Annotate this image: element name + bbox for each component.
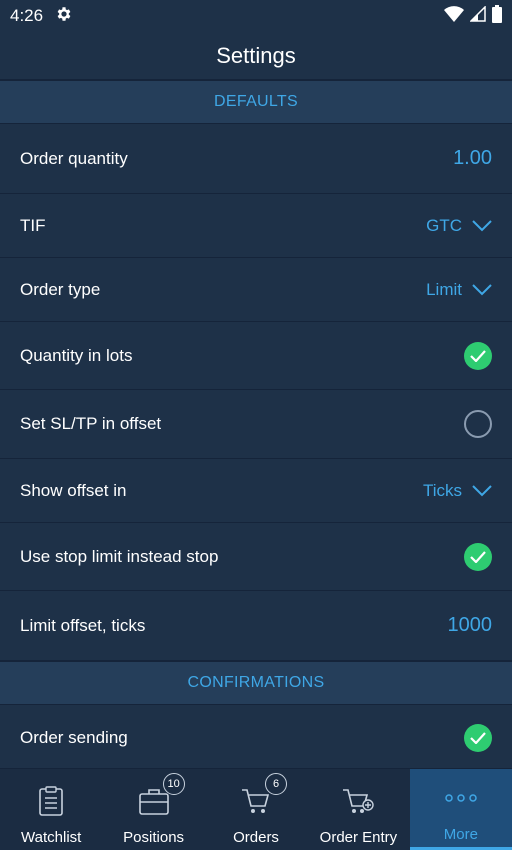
row-order-quantity[interactable]: Order quantity 1.00	[0, 124, 512, 194]
battery-icon	[492, 4, 502, 28]
nav-more[interactable]: More	[409, 769, 512, 850]
wifi-icon	[444, 5, 464, 27]
checkmark-icon	[470, 731, 486, 744]
bottom-nav: Watchlist 10 Positions 6 Orders Order En…	[0, 768, 512, 850]
order-type-label: Order type	[20, 279, 101, 299]
nav-watchlist-label: Watchlist	[21, 829, 82, 846]
nav-positions-label: Positions	[123, 829, 185, 846]
cart-icon	[242, 789, 270, 813]
row-quantity-in-lots[interactable]: Quantity in lots	[0, 322, 512, 390]
section-title-confirmations: CONFIRMATIONS	[187, 674, 325, 691]
nav-orders-label: Orders	[233, 829, 279, 846]
order-type-value: Limit	[426, 279, 462, 299]
order-quantity-label: Order quantity	[20, 148, 128, 168]
orders-count-badge: 6	[265, 773, 288, 795]
order-type-dropdown[interactable]: Limit	[426, 280, 492, 300]
tif-label: TIF	[20, 215, 46, 235]
show-offset-in-label: Show offset in	[20, 480, 127, 500]
limit-offset-value[interactable]: 1000	[448, 614, 493, 637]
show-offset-value: Ticks	[422, 480, 462, 500]
status-bar: 4:26	[0, 0, 512, 32]
nav-order-entry-label: Order Entry	[319, 829, 398, 846]
nav-more-label: More	[443, 826, 478, 843]
row-use-stop-limit[interactable]: Use stop limit instead stop	[0, 523, 512, 591]
chevron-down-icon	[472, 484, 492, 496]
row-set-sl-tp[interactable]: Set SL/TP in offset	[0, 390, 512, 459]
settings-gear-icon	[55, 5, 73, 28]
order-quantity-value[interactable]: 1.00	[453, 147, 492, 170]
cart-add-icon	[343, 789, 375, 813]
clipboard-icon	[39, 786, 64, 816]
nav-orders[interactable]: 6 Orders	[205, 769, 307, 850]
row-order-type[interactable]: Order type Limit	[0, 258, 512, 322]
more-dots-icon	[445, 794, 477, 802]
tif-dropdown[interactable]: GTC	[426, 216, 492, 236]
chevron-down-icon	[472, 219, 492, 231]
checked-toggle[interactable]	[464, 341, 492, 370]
nav-watchlist[interactable]: Watchlist	[0, 769, 102, 850]
use-stop-limit-label: Use stop limit instead stop	[20, 546, 219, 566]
positions-count-badge: 10	[162, 773, 185, 795]
checked-toggle[interactable]	[464, 542, 492, 571]
checked-toggle[interactable]	[464, 723, 492, 752]
checkmark-icon	[470, 349, 486, 362]
checkmark-icon	[470, 550, 486, 563]
status-time: 4:26	[10, 6, 44, 25]
quantity-in-lots-label: Quantity in lots	[20, 345, 133, 365]
row-limit-offset[interactable]: Limit offset, ticks 1000	[0, 591, 512, 661]
section-header-defaults: DEFAULTS	[0, 80, 512, 124]
app-bar: Settings	[0, 32, 512, 80]
signal-icon	[469, 4, 486, 27]
nav-positions[interactable]: 10 Positions	[102, 769, 204, 850]
page-title: Settings	[216, 42, 296, 68]
chevron-down-icon	[472, 283, 492, 295]
row-show-offset-in[interactable]: Show offset in Ticks	[0, 459, 512, 523]
row-order-sending[interactable]: Order sending	[0, 705, 512, 771]
nav-order-entry[interactable]: Order Entry	[307, 769, 409, 850]
tif-value: GTC	[426, 215, 462, 235]
unchecked-toggle[interactable]	[464, 410, 492, 438]
section-header-confirmations: CONFIRMATIONS	[0, 661, 512, 705]
limit-offset-label: Limit offset, ticks	[20, 615, 146, 635]
show-offset-dropdown[interactable]: Ticks	[423, 481, 492, 501]
briefcase-icon	[138, 789, 169, 815]
order-sending-label: Order sending	[20, 727, 128, 747]
row-tif[interactable]: TIF GTC	[0, 194, 512, 258]
section-title-defaults: DEFAULTS	[214, 93, 298, 110]
set-sl-tp-label: Set SL/TP in offset	[20, 414, 162, 433]
